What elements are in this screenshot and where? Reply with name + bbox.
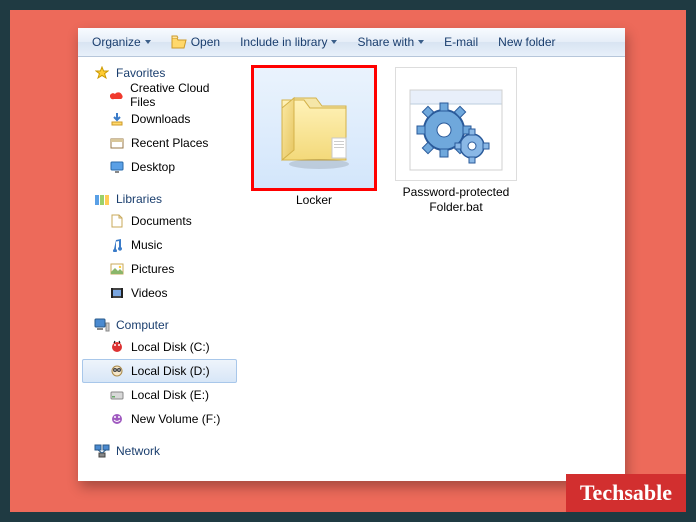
drive-icon [109, 339, 125, 355]
favorites-label: Favorites [116, 66, 165, 80]
star-icon [94, 65, 110, 81]
watermark: Techsable [566, 474, 686, 512]
share-with-button[interactable]: Share with [349, 31, 432, 53]
chevron-down-icon [145, 40, 151, 44]
downloads-icon [109, 111, 125, 127]
nav-item-documents[interactable]: Documents [82, 209, 237, 233]
newfolder-label: New folder [498, 35, 555, 49]
explorer-window: Organize Open Include in library [78, 28, 625, 481]
email-button[interactable]: E-mail [436, 31, 486, 53]
new-folder-button[interactable]: New folder [490, 31, 563, 53]
computer-label: Computer [116, 318, 169, 332]
nav-item-drive-d[interactable]: Local Disk (D:) [82, 359, 237, 383]
nav-group-network[interactable]: Network [82, 441, 237, 461]
organize-label: Organize [92, 35, 141, 49]
include-label: Include in library [240, 35, 327, 49]
file-item-label: Password-protected Folder.bat [391, 185, 521, 215]
folder-open-icon [171, 34, 187, 50]
drive-icon [109, 387, 125, 403]
drive-icon [109, 363, 125, 379]
folder-icon [253, 67, 375, 189]
nav-item-pictures[interactable]: Pictures [82, 257, 237, 281]
nav-item-downloads[interactable]: Downloads [82, 107, 237, 131]
email-label: E-mail [444, 35, 478, 49]
music-icon [109, 237, 125, 253]
chevron-down-icon [418, 40, 424, 44]
drive-icon [109, 411, 125, 427]
nav-item-videos[interactable]: Videos [82, 281, 237, 305]
network-icon [94, 443, 110, 459]
file-item-label: Locker [249, 193, 379, 208]
items-view[interactable]: Locker [241, 57, 625, 481]
nav-item-music[interactable]: Music [82, 233, 237, 257]
network-label: Network [116, 444, 160, 458]
chevron-down-icon [331, 40, 337, 44]
command-bar: Organize Open Include in library [78, 28, 625, 57]
open-label: Open [191, 35, 220, 49]
computer-icon [94, 317, 110, 333]
file-item-locker[interactable]: Locker [249, 67, 379, 208]
navigation-pane: Favorites Creative Cloud Files Downloads [78, 57, 241, 481]
nav-item-recent-places[interactable]: Recent Places [82, 131, 237, 155]
file-item-bat[interactable]: Password-protected Folder.bat [391, 67, 521, 215]
nav-item-drive-c[interactable]: Local Disk (C:) [82, 335, 237, 359]
pictures-icon [109, 261, 125, 277]
batch-file-icon [395, 67, 517, 181]
nav-group-computer[interactable]: Computer [82, 315, 237, 335]
organize-button[interactable]: Organize [84, 31, 159, 53]
nav-group-libraries[interactable]: Libraries [82, 189, 237, 209]
nav-item-drive-e[interactable]: Local Disk (E:) [82, 383, 237, 407]
nav-item-drive-f[interactable]: New Volume (F:) [82, 407, 237, 431]
documents-icon [109, 213, 125, 229]
videos-icon [109, 285, 125, 301]
nav-group-favorites[interactable]: Favorites [82, 63, 237, 83]
libraries-icon [94, 191, 110, 207]
include-in-library-button[interactable]: Include in library [232, 31, 345, 53]
nav-item-desktop[interactable]: Desktop [82, 155, 237, 179]
desktop-icon [109, 159, 125, 175]
share-label: Share with [357, 35, 414, 49]
recent-places-icon [109, 135, 125, 151]
open-button[interactable]: Open [163, 31, 228, 53]
creative-cloud-icon [109, 87, 124, 103]
nav-item-creative-cloud[interactable]: Creative Cloud Files [82, 83, 237, 107]
libraries-label: Libraries [116, 192, 162, 206]
